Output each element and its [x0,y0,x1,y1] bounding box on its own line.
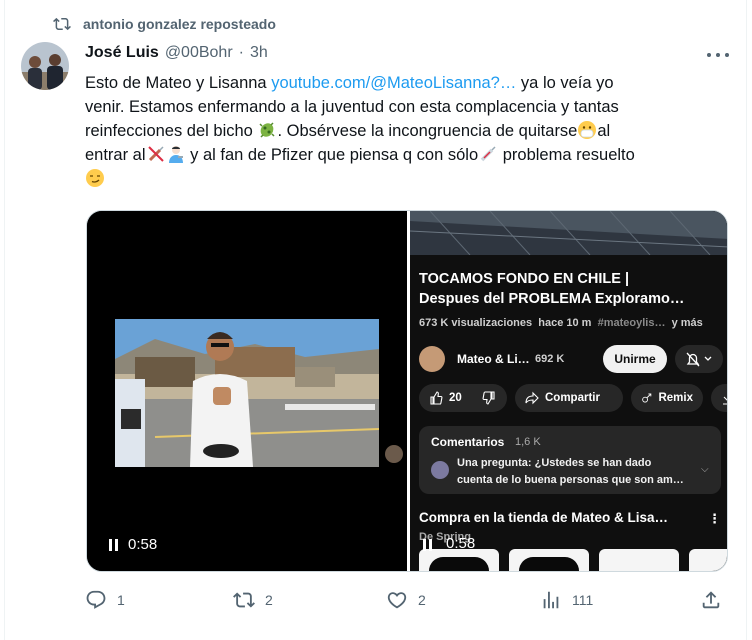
syringe-emoji-icon [480,146,496,162]
video-top-strip [410,211,727,256]
youtube-tags: #mateoylis… [597,317,666,329]
tweet-actions: 1 2 2 111 [85,589,735,613]
youtube-comments-title: Comentarios [431,435,505,449]
thumbs-up-icon [430,391,443,405]
repost-button[interactable]: 2 [233,589,273,611]
tweet-header: José Luis @00Bohr · 3h [85,44,268,62]
youtube-comments-box: Comentarios 1,6 K Una pregunta: ¿Ustedes… [419,426,721,494]
youtube-channel-avatar [419,346,445,372]
youtube-video-meta: 673 K visualizaciones hace 10 m #mateoyl… [419,317,725,329]
share-arrow-icon [525,391,539,405]
youtube-more: y más [671,317,703,329]
pause-icon[interactable] [423,539,432,551]
like-count: 2 [418,592,426,608]
youtube-share-label: Compartir [545,392,600,404]
reply-count: 1 [117,592,125,608]
youtube-like-pill: 20 [419,384,507,412]
shop-item-tshirt [689,549,727,571]
no-syringe-emoji-icon [147,146,164,162]
youtube-video-title: TOCAMOS FONDO EN CHILE | Despues del PRO… [419,269,725,309]
youtube-like-count: 20 [449,392,462,404]
views-button[interactable]: 111 [540,589,593,611]
more-options-icon[interactable] [707,46,729,64]
share-icon [702,591,720,609]
youtube-comment-line1: Una pregunta: ¿Ustedes se han dado [457,457,652,469]
youtube-ago: hace 10 m [538,317,592,329]
views-count: 111 [572,592,594,608]
face-with-mask-emoji-icon [578,121,597,139]
tweet-text-line1a: Esto de Mateo y Lisanna [85,74,272,92]
kebab-menu-icon: ⋮ [708,511,721,526]
video-thumbnail [115,319,379,467]
youtube-channel-row: Mateo & Li… 692 K Unirme [419,344,725,374]
youtube-commenter-avatar [431,461,449,479]
tweet-card[interactable]: antonio gonzalez reposteado José Luis @0… [4,0,747,640]
tweet-text: Esto de Mateo y Lisanna youtube.com/@Mat… [85,71,735,191]
right-video-time: 0:58 [446,535,476,552]
left-playback-controls: 0:58 [109,536,157,553]
tweet-text-line3c: al [597,122,611,140]
youtube-join-button: Unirme [603,345,667,373]
pause-icon[interactable] [109,538,118,551]
reply-button[interactable]: 1 [85,589,125,611]
shop-item-tshirt [599,549,679,571]
tweet-text-line4c: problema resuelto [498,146,635,164]
person-vaccinated-emoji-icon [168,146,183,163]
youtube-title-line2: Despues del PROBLEMA Exploramo… [419,291,685,307]
author-handle[interactable]: @00Bohr [165,44,233,62]
youtube-channel-name: Mateo & Li… [457,352,530,366]
remix-icon [642,393,652,403]
repost-label[interactable]: antonio gonzalez reposteado [83,16,276,32]
youtube-title-line1: TOCAMOS FONDO EN CHILE | [419,271,630,287]
repost-header: antonio gonzalez reposteado [53,15,276,33]
tweet-text-line2: venir. Estamos enfermando a la juventud … [85,98,619,116]
youtube-remix-label: Remix [658,392,693,404]
thumbs-down-icon [482,391,495,405]
tweet-text-line3b: . Obsérvese la incongruencia de quitarse [277,122,578,140]
left-video-time: 0:58 [128,536,158,553]
tweet-text-line1b: ya lo veía yo [516,74,614,92]
tweet-text-line4a: entrar al [85,146,146,164]
youtube-comments-count: 1,6 K [515,436,541,448]
bell-off-icon [686,352,712,367]
like-button[interactable]: 2 [386,589,426,611]
reply-icon [86,590,106,609]
author-name[interactable]: José Luis [85,44,159,62]
youtube-comment-text: Una pregunta: ¿Ustedes se han dado cuent… [457,455,697,489]
youtube-bell-button [675,345,723,373]
youtube-comment-line2: cuenta de lo buena personas que son am… [457,474,684,486]
share-button[interactable] [700,589,722,611]
shop-item-tshirt [419,549,499,571]
repost-icon [53,17,71,31]
tweet-text-line4b: y al fan de Pfizer que piensa q con sólo [185,146,479,164]
youtube-share-pill: Compartir [515,384,623,412]
media-grid: 0:58 TOCAMOS FONDO EN CHILE | Despues de… [86,210,728,572]
microbe-emoji-icon [259,122,275,138]
smirking-face-emoji-icon [86,169,104,187]
video-player-right[interactable]: TOCAMOS FONDO EN CHILE | Despues del PRO… [410,211,727,571]
repost-icon [233,592,255,608]
shop-item-tshirt [509,549,589,571]
youtube-channel-subs: 692 K [535,353,565,365]
download-icon [723,396,727,405]
repost-count: 2 [265,592,273,608]
views-chart-icon [543,591,559,609]
channel-avatar-small [385,445,403,463]
youtube-views: 673 K visualizaciones [419,317,533,329]
chevron-down-icon: ⌵ [701,464,709,475]
heart-icon [387,592,407,609]
video-player-left[interactable]: 0:58 [87,211,407,571]
youtube-link[interactable]: youtube.com/@MateoLisanna?… [271,74,516,92]
youtube-shop-title: Compra en la tienda de Mateo & Lisa… [419,510,669,525]
tweet-text-line3a: reinfecciones del bicho [85,122,258,140]
tweet-time[interactable]: 3h [250,44,268,62]
avatar[interactable] [21,42,69,90]
separator-dot: · [238,44,244,61]
youtube-remix-pill: Remix [631,384,703,412]
youtube-download-pill [711,384,727,412]
